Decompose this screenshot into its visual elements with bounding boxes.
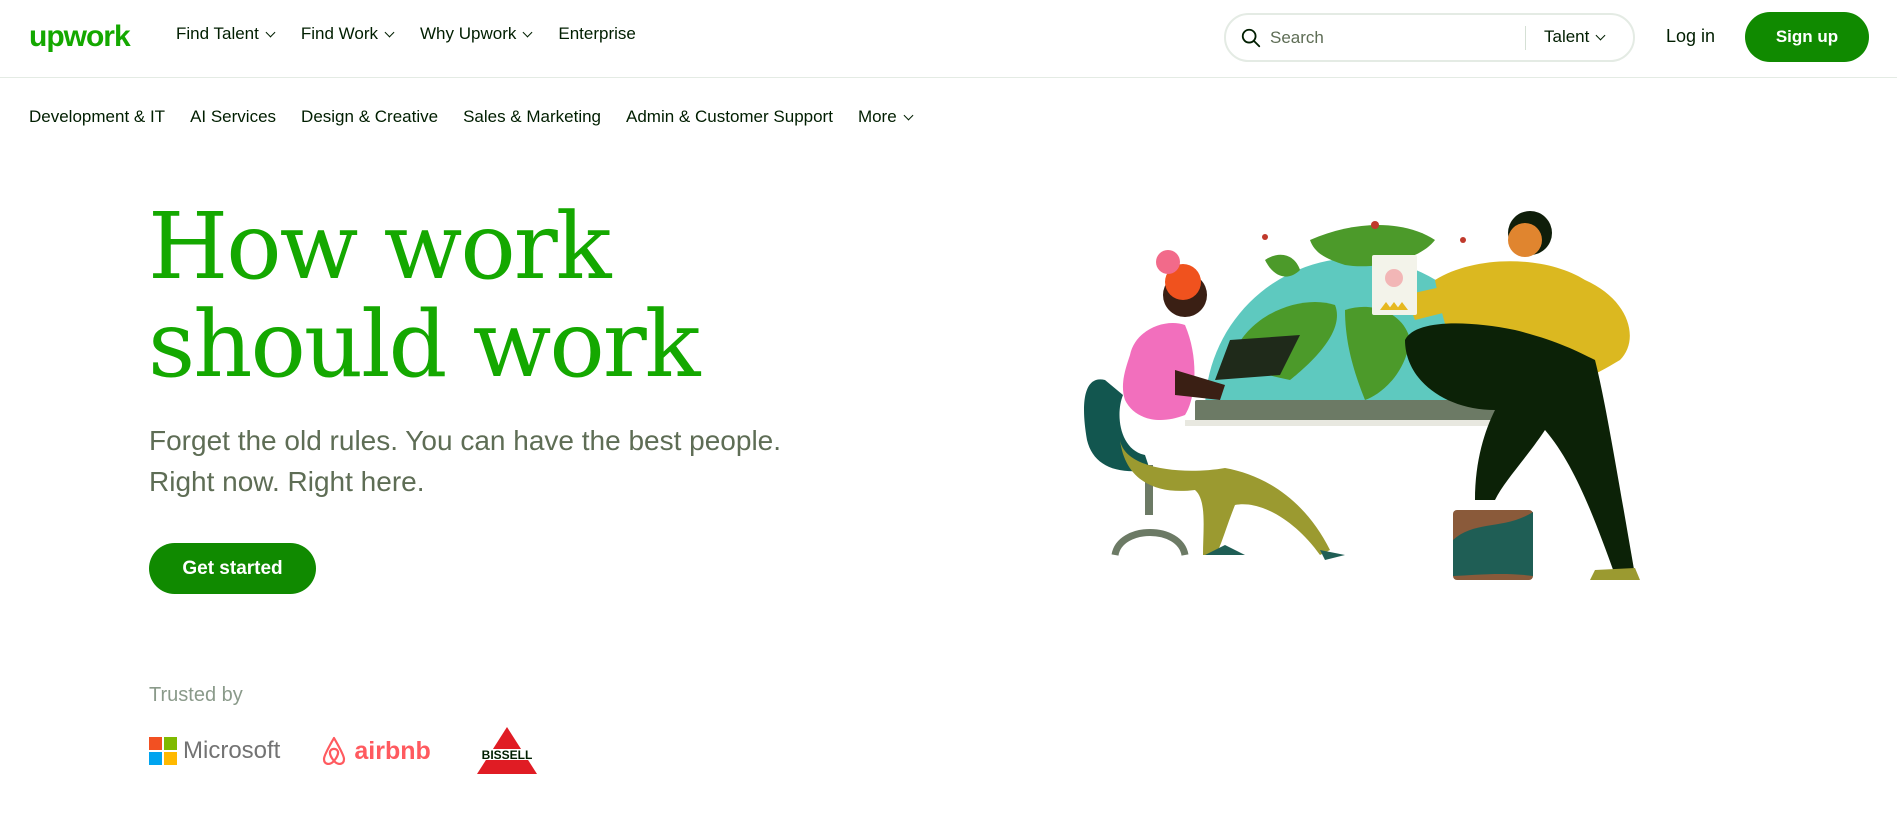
login-link[interactable]: Log in (1666, 26, 1715, 47)
map-pin-icon (1262, 234, 1268, 240)
trusted-by-label: Trusted by (149, 684, 243, 706)
airbnb-icon (323, 736, 346, 765)
svg-text:BISSELL: BISSELL (481, 748, 532, 762)
chevron-down-icon (384, 27, 395, 37)
category-admin-support[interactable]: Admin & Customer Support (626, 107, 833, 127)
search-type-select[interactable]: Talent (1544, 27, 1606, 47)
chevron-down-icon (265, 27, 276, 37)
chevron-down-icon (522, 27, 533, 37)
headline-line-1: How work (148, 193, 611, 300)
search-divider (1525, 26, 1526, 50)
airbnb-wordmark: airbnb (354, 736, 431, 765)
map-pin-icon (1371, 221, 1379, 229)
airbnb-logo: airbnb (320, 735, 431, 767)
site-header: upwork Find Talent Find Work Why Upwork … (0, 0, 1897, 78)
nav-label: Why Upwork (420, 24, 517, 43)
map-pin-icon (1460, 237, 1466, 243)
chevron-down-icon (903, 110, 914, 120)
nav-why-upwork[interactable]: Why Upwork (420, 24, 533, 44)
nav-find-work[interactable]: Find Work (300, 24, 395, 44)
main-nav: Find Talent Find Work Why Upwork Enterpr… (176, 24, 636, 44)
microsoft-grid-icon (149, 737, 177, 765)
bissell-logo: BISSELL (471, 727, 543, 775)
category-ai-services[interactable]: AI Services (190, 107, 276, 127)
search-type-label: Talent (1544, 27, 1590, 46)
nav-label: Find Talent (176, 24, 259, 43)
category-development-it[interactable]: Development & IT (29, 107, 165, 127)
chevron-down-icon (1595, 30, 1606, 40)
category-more[interactable]: More (857, 107, 914, 127)
nav-label: Enterprise (558, 24, 636, 43)
subtitle-line-1: Forget the old rules. You can have the b… (149, 425, 782, 456)
category-sales-marketing[interactable]: Sales & Marketing (463, 107, 601, 127)
category-nav: Development & IT AI Services Design & Cr… (29, 107, 914, 127)
bissell-icon: BISSELL (472, 727, 541, 774)
microsoft-wordmark: Microsoft (183, 737, 281, 764)
category-design-creative[interactable]: Design & Creative (301, 107, 438, 127)
trusted-logos: Microsoft airbnb BISSELL (149, 727, 543, 775)
more-label: More (857, 107, 897, 126)
hero-illustration (1084, 211, 1640, 580)
subtitle-line-2: Right now. Right here. (149, 466, 425, 497)
microsoft-logo: Microsoft (149, 737, 280, 765)
hero-subtitle: Forget the old rules. You can have the b… (149, 420, 789, 502)
nav-find-talent[interactable]: Find Talent (176, 24, 276, 44)
signup-button[interactable]: Sign up (1745, 12, 1869, 62)
get-started-button[interactable]: Get started (149, 543, 316, 594)
search-bar: Talent (1224, 13, 1635, 62)
upwork-logo[interactable]: upwork (29, 20, 131, 54)
headline-line-2: should work (148, 291, 701, 398)
hero-headline: How work should work (148, 198, 701, 394)
search-input[interactable] (1270, 25, 1520, 51)
search-icon[interactable] (1240, 27, 1262, 49)
nav-enterprise[interactable]: Enterprise (558, 24, 635, 44)
nav-label: Find Work (300, 24, 379, 43)
